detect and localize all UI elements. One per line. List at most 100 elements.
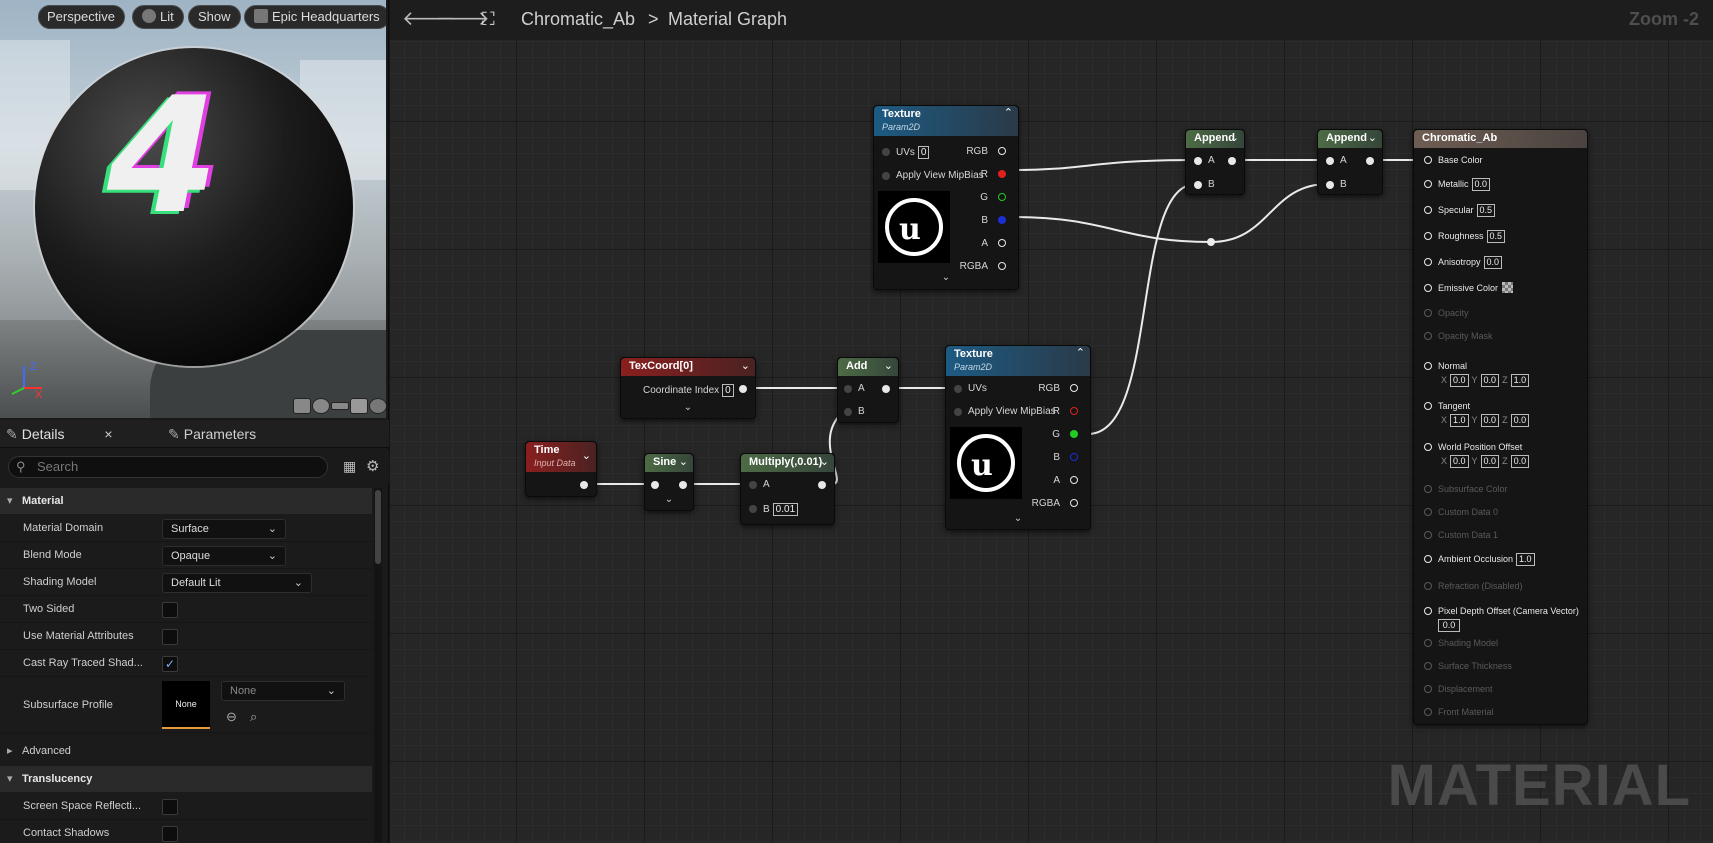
use-selected-icon[interactable]: ⊖ [226,709,237,725]
a-input-pin[interactable] [1194,157,1202,165]
node-header[interactable]: Texture Param2D ⌃ [946,346,1090,376]
perspective-button[interactable]: Perspective [38,5,125,29]
material-input-pin[interactable]: Roughness 0.5 [1424,230,1506,243]
collapse-node-icon[interactable]: ⌃ [1076,346,1085,361]
b-input-pin[interactable] [1194,181,1202,189]
preview-viewport[interactable]: 4 Perspective Lit Show Epic Headquarters… [0,0,386,418]
material-input-pin[interactable]: Opacity Mask [1424,330,1493,342]
b-input-pin[interactable] [844,408,852,416]
pin-connector-icon[interactable] [1424,555,1432,563]
expand-node-icon[interactable]: ⌄ [874,272,1018,283]
category-advanced[interactable]: ▸ Advanced [0,738,372,764]
pin-connector-icon[interactable] [1424,508,1432,516]
cast-ray-traced-shadows-checkbox[interactable]: ✓ [162,656,178,672]
node-header[interactable]: TexCoord[0] ⌄ [621,358,755,376]
material-input-pin[interactable]: Shading Model [1424,637,1498,649]
teapot-preview-icon[interactable] [369,398,386,414]
material-result-node[interactable]: Chromatic_Ab Base Color Metallic 0.0 Specul… [1413,129,1588,725]
show-button[interactable]: Show [188,5,241,29]
browse-asset-icon[interactable]: ⌕ [250,709,257,725]
pin-value-field[interactable]: 0.5 [1486,230,1506,243]
pin-connector-icon[interactable] [1424,485,1432,493]
cylinder-preview-icon[interactable] [293,398,311,414]
vector-z-field[interactable]: 0.0 [1510,455,1530,468]
a-output-pin[interactable] [998,239,1006,247]
g-output-pin[interactable] [998,193,1006,201]
blend-mode-dropdown[interactable]: Opaque ⌄ [162,546,286,566]
uvs-value-field[interactable]: 0 [917,146,930,159]
rgb-output-pin[interactable] [998,147,1006,155]
mipbias-input-pin[interactable] [954,408,962,416]
sine-input-pin[interactable] [651,481,659,489]
r-output-pin[interactable] [1070,407,1078,415]
append-node-2[interactable]: Append ⌄ A B [1317,129,1383,195]
scrollbar-thumb[interactable] [375,490,381,564]
material-domain-dropdown[interactable]: Surface ⌄ [162,519,286,539]
pin-connector-icon[interactable] [1424,607,1432,615]
material-input-pin[interactable]: Metallic 0.0 [1424,178,1491,191]
texture-node-1[interactable]: Texture Param2D ⌃ UVs 0 Apply View MipBias … [873,105,1019,290]
details-scrollbar[interactable] [374,488,382,842]
vector-y-field[interactable]: 0.0 [1480,374,1500,387]
pin-connector-icon[interactable] [1424,662,1432,670]
node-header[interactable]: Chromatic_Ab [1414,130,1587,148]
multiply-node[interactable]: Multiply(,0.01) ⌄ A B 0.01 [740,453,835,525]
material-input-pin[interactable]: Emissive Color [1424,282,1514,294]
mipbias-input-pin[interactable] [882,172,890,180]
tab-parameters[interactable]: ✎ Parameters [168,420,256,448]
pin-connector-icon[interactable] [1424,258,1432,266]
shading-model-dropdown[interactable]: Default Lit ⌄ [162,573,312,593]
environment-button[interactable]: Epic Headquarters [244,5,386,29]
material-input-pin[interactable]: World Position Offset X 0.0 Y 0.0 Z 0.0 [1424,441,1530,468]
b-input-pin[interactable] [749,505,757,513]
vector-x-field[interactable]: 0.0 [1450,374,1469,387]
tab-details[interactable]: ✎ Details × [6,420,113,448]
color-swatch[interactable] [1502,282,1514,293]
pin-connector-icon[interactable] [1424,180,1432,188]
material-input-pin[interactable]: Surface Thickness [1424,660,1512,672]
pin-value-field[interactable]: 0.5 [1476,204,1496,217]
node-header[interactable]: Append ⌄ [1318,130,1382,148]
vector-y-field[interactable]: 0.0 [1480,455,1500,468]
pin-value-field[interactable]: 0.0 [1471,178,1491,191]
pin-connector-icon[interactable] [1424,309,1432,317]
pin-connector-icon[interactable] [1424,582,1432,590]
node-header[interactable]: Texture Param2D ⌃ [874,106,1018,136]
table-view-icon[interactable]: ▦ [343,458,356,475]
pin-connector-icon[interactable] [1424,362,1432,370]
vector-z-field[interactable]: 1.0 [1510,374,1530,387]
expand-node-icon[interactable]: ⌄ [946,513,1090,524]
material-input-pin[interactable]: Pixel Depth Offset (Camera Vector) 0.0 [1424,605,1579,632]
node-header[interactable]: Add ⌄ [838,358,898,376]
two-sided-checkbox[interactable] [162,602,178,618]
plane-preview-icon[interactable] [331,402,349,410]
pin-connector-icon[interactable] [1424,639,1432,647]
material-input-pin[interactable]: Displacement [1424,683,1493,695]
a-input-pin[interactable] [844,385,852,393]
add-output-pin[interactable] [882,385,890,393]
material-input-pin[interactable]: Front Material [1424,706,1494,718]
sine-node[interactable]: Sine ⌄ ⌄ [644,453,694,511]
node-header[interactable]: Sine ⌄ [645,454,693,472]
time-node[interactable]: Time Input Data ⌄ [525,441,597,497]
vector-x-field[interactable]: 0.0 [1450,455,1469,468]
node-menu-icon[interactable]: ⌄ [741,358,750,375]
b-output-pin[interactable] [998,216,1006,224]
screen-space-reflections-checkbox[interactable] [162,799,178,815]
uvs-input-pin[interactable] [882,148,890,156]
append-node-1[interactable]: Append ⌄ A B [1185,129,1245,195]
pin-value-field[interactable]: 1.0 [1516,553,1535,566]
a-input-pin[interactable] [749,481,757,489]
node-header[interactable]: Multiply(,0.01) ⌄ [741,454,834,472]
node-menu-icon[interactable]: ⌄ [1368,130,1377,147]
b-value-field[interactable]: 0.01 [772,503,799,516]
node-header[interactable]: Time Input Data ⌄ [526,442,596,472]
append-output-pin[interactable] [1366,157,1374,165]
time-output-pin[interactable] [580,481,588,489]
category-material[interactable]: ▾ Material [0,488,372,514]
node-menu-icon[interactable]: ⌄ [679,454,688,471]
material-input-pin[interactable]: Base Color [1424,154,1483,166]
pin-connector-icon[interactable] [1424,531,1432,539]
texcoord-output-pin[interactable] [739,385,747,393]
pin-connector-icon[interactable] [1424,156,1432,164]
